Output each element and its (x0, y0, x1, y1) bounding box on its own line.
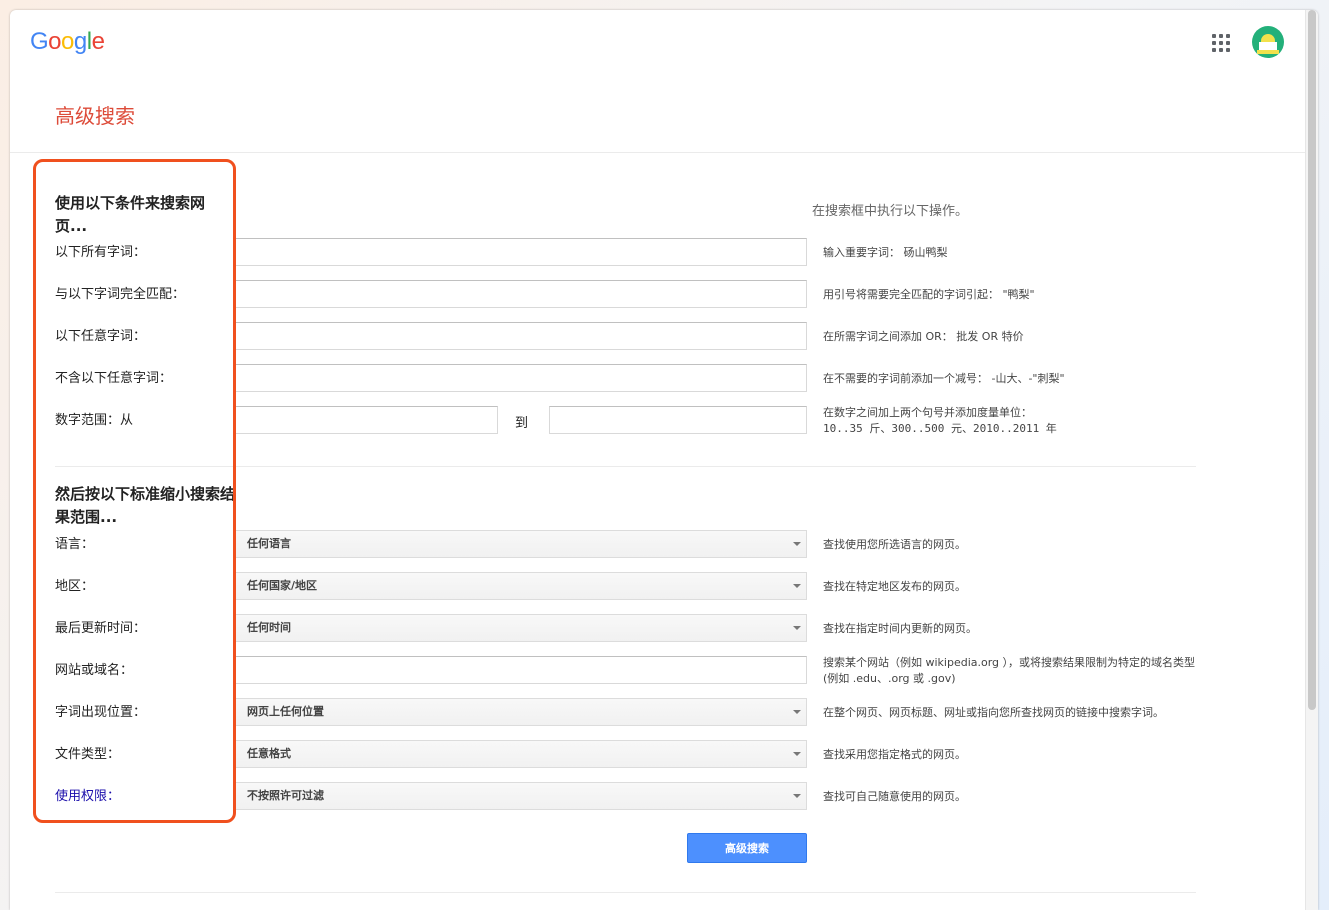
advanced-search-button[interactable]: 高级搜索 (687, 833, 807, 863)
file-type-select-value: 任意格式 (247, 747, 291, 760)
avatar-icon[interactable] (1252, 26, 1284, 58)
number-range-label: 数字范围：从 (55, 413, 134, 428)
terms-appearing-label: 字词出现位置： (55, 705, 147, 720)
section-divider (55, 466, 1196, 467)
none-words-input[interactable] (235, 364, 807, 392)
any-words-hint: 在所需字词之间添加 OR： 批发 OR 特价 (823, 330, 1024, 343)
apps-grid-icon[interactable] (1212, 34, 1230, 52)
exact-phrase-label: 与以下字词完全匹配： (55, 287, 186, 302)
footer-divider (55, 892, 1196, 893)
usage-rights-select-value: 不按照许可过滤 (247, 789, 324, 802)
dropdown-arrow-icon (793, 584, 801, 588)
logo-letter: G (30, 28, 49, 55)
scrollbar-thumb[interactable] (1308, 10, 1316, 710)
none-words-label: 不含以下任意字词： (55, 371, 173, 386)
section-title-search-conditions: 使用以下条件来搜索网页... (55, 194, 206, 235)
terms-appearing-select-value: 网页上任何位置 (247, 705, 324, 718)
exact-phrase-hint: 用引号将需要完全匹配的字词引起： "鸭梨" (823, 288, 1035, 301)
number-range-hint-line1: 在数字之间加上两个句号并添加度量单位： (823, 406, 1032, 419)
header-divider (10, 152, 1306, 153)
number-range-hint: 在数字之间加上两个句号并添加度量单位： 10..35 斤、300..500 元、… (823, 405, 1203, 437)
logo-letter: o (61, 28, 74, 55)
region-hint: 查找在特定地区发布的网页。 (823, 580, 966, 593)
any-words-label: 以下任意字词： (55, 329, 147, 344)
region-select-value: 任何国家/地区 (247, 579, 318, 592)
any-words-input[interactable] (235, 322, 807, 350)
section-title-narrow-results: 然后按以下标准缩小搜索结果范围... (55, 485, 236, 526)
range-to-input[interactable] (549, 406, 807, 434)
file-type-label: 文件类型： (55, 747, 121, 762)
logo-letter: o (48, 28, 62, 55)
terms-appearing-select[interactable]: 网页上任何位置 (235, 698, 807, 726)
dropdown-arrow-icon (793, 710, 801, 714)
logo-letter: g (73, 28, 87, 55)
terms-appearing-hint: 在整个网页、网页标题、网址或指向您所查找网页的链接中搜索字词。 (823, 706, 1164, 719)
number-range-hint-line2: 10..35 斤、300..500 元、2010..2011 年 (823, 422, 1057, 435)
language-hint: 查找使用您所选语言的网页。 (823, 538, 966, 551)
site-domain-input[interactable] (235, 656, 807, 684)
usage-rights-link[interactable]: 使用权限： (55, 789, 120, 805)
last-update-select-value: 任何时间 (247, 621, 291, 634)
last-update-label: 最后更新时间： (55, 621, 147, 636)
dropdown-arrow-icon (793, 626, 801, 630)
language-select-value: 任何语言 (247, 537, 291, 550)
site-domain-label: 网站或域名： (55, 663, 134, 678)
all-words-hint: 输入重要字词： 砀山鸭梨 (823, 246, 948, 259)
last-update-hint: 查找在指定时间内更新的网页。 (823, 622, 977, 635)
last-update-select[interactable]: 任何时间 (235, 614, 807, 642)
usage-rights-select[interactable]: 不按照许可过滤 (235, 782, 807, 810)
file-type-hint: 查找采用您指定格式的网页。 (823, 748, 966, 761)
scrollbar[interactable] (1305, 10, 1318, 910)
usage-rights-hint: 查找可自己随意使用的网页。 (823, 790, 966, 803)
all-words-label: 以下所有字词： (55, 245, 147, 260)
page-title: 高级搜索 (55, 104, 135, 128)
exact-phrase-input[interactable] (235, 280, 807, 308)
range-to-label: 到 (515, 416, 529, 431)
hint-header: 在搜索框中执行以下操作。 (812, 204, 969, 219)
file-type-select[interactable]: 任意格式 (235, 740, 807, 768)
logo-letter: e (91, 28, 105, 55)
browser-window: Google 高级搜索 使用以下条件来搜索网页... 在搜索框中执行以下操作。 … (10, 10, 1318, 910)
dropdown-arrow-icon (793, 794, 801, 798)
range-from-input[interactable] (235, 406, 498, 434)
dropdown-arrow-icon (793, 542, 801, 546)
google-logo[interactable]: Google (30, 28, 105, 56)
region-label: 地区： (55, 579, 95, 594)
none-words-hint: 在不需要的字词前添加一个减号： -山大、-"刺梨" (823, 372, 1065, 385)
language-label: 语言： (55, 537, 95, 552)
dropdown-arrow-icon (793, 752, 801, 756)
all-words-input[interactable] (235, 238, 807, 266)
site-domain-hint: 搜索某个网站（例如 wikipedia.org ），或将搜索结果限制为特定的域名… (823, 656, 1196, 685)
region-select[interactable]: 任何国家/地区 (235, 572, 807, 600)
language-select[interactable]: 任何语言 (235, 530, 807, 558)
